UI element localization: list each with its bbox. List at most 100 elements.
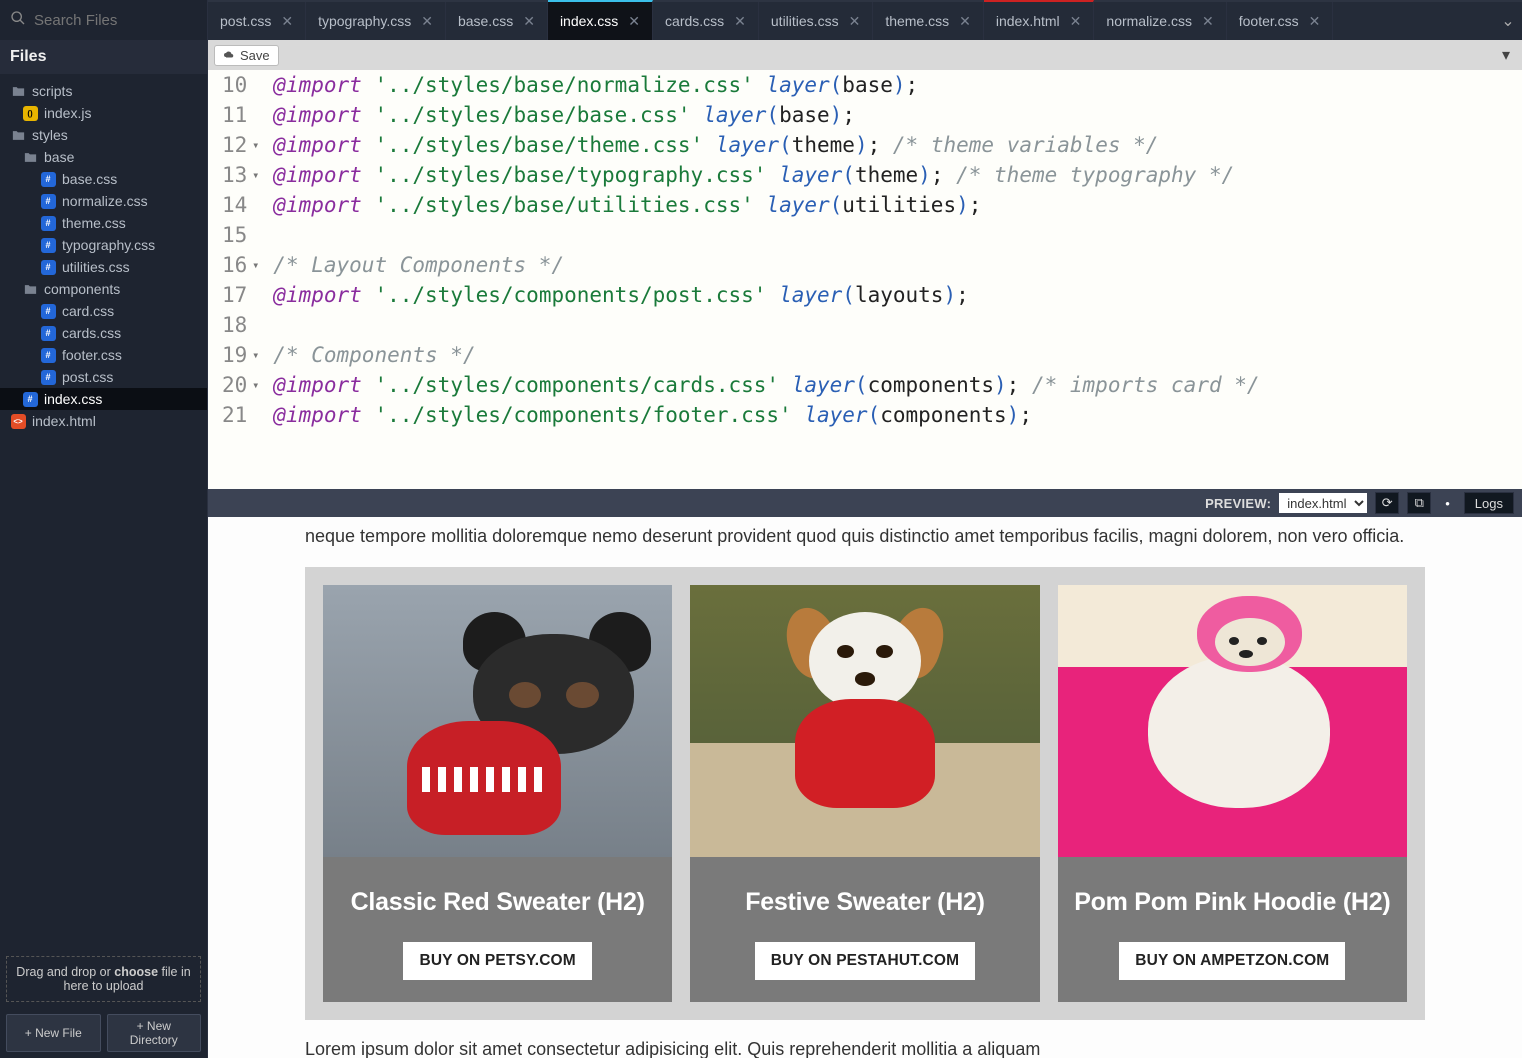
- tab-typography-css[interactable]: typography.css✕: [306, 2, 446, 40]
- tree-item-post-css[interactable]: # post.css: [0, 366, 207, 388]
- close-icon[interactable]: ✕: [628, 13, 640, 30]
- close-icon[interactable]: ✕: [281, 13, 293, 30]
- tree-item-index-html[interactable]: <>index.html: [0, 410, 207, 432]
- card-title: Pom Pom Pink Hoodie (H2): [1074, 883, 1390, 922]
- close-icon[interactable]: ✕: [1070, 13, 1082, 30]
- tree-item-cards-css[interactable]: #cards.css: [0, 322, 207, 344]
- tree-item-label: typography.css: [62, 237, 155, 253]
- tab-normalize-css[interactable]: normalize.css✕: [1094, 2, 1226, 40]
- tab-label: footer.css: [1239, 13, 1299, 29]
- buy-button[interactable]: BUY ON PESTAHUT.COM: [755, 942, 975, 980]
- close-icon[interactable]: ✕: [959, 13, 971, 30]
- code-editor[interactable]: 10 11 12▾13▾14 15 16▾17 18 19▾20▾21 @imp…: [208, 70, 1522, 489]
- tree-item-label: index.js: [44, 105, 91, 121]
- tree-item-components[interactable]: components: [0, 278, 207, 300]
- tree-item-scripts[interactable]: scripts: [0, 80, 207, 102]
- tab-label: cards.css: [665, 13, 724, 29]
- code-line[interactable]: @import '../styles/components/cards.css'…: [273, 370, 1259, 400]
- search-icon: [10, 10, 34, 31]
- preview-pane[interactable]: neque tempore mollitia doloremque nemo d…: [208, 517, 1522, 1058]
- tree-item-theme-css[interactable]: #theme.css: [0, 212, 207, 234]
- close-icon[interactable]: ✕: [1202, 13, 1214, 30]
- tab-theme-css[interactable]: theme.css ✕: [873, 2, 984, 40]
- tree-item-footer-css[interactable]: #footer.css: [0, 344, 207, 366]
- tab-cards-css[interactable]: cards.css ✕: [653, 2, 759, 40]
- tree-item-card-css[interactable]: #card.css: [0, 300, 207, 322]
- tab-post-css[interactable]: post.css✕: [208, 2, 306, 40]
- tree-item-label: base.css: [62, 171, 117, 187]
- save-button[interactable]: Save: [214, 45, 279, 66]
- tree-item-label: scripts: [32, 83, 72, 99]
- buy-button[interactable]: BUY ON AMPETZON.COM: [1119, 942, 1345, 980]
- tab-bar: post.css✕typography.css✕base.css✕index.c…: [208, 0, 1522, 40]
- tab-index-html[interactable]: index.html✕: [984, 0, 1095, 40]
- tab-label: theme.css: [885, 13, 949, 29]
- css-file-icon: #: [40, 259, 56, 275]
- tree-item-label: theme.css: [62, 215, 126, 231]
- folder-icon: [10, 127, 26, 143]
- tree-item-utilities-css[interactable]: # utilities.css: [0, 256, 207, 278]
- main-area: post.css✕typography.css✕base.css✕index.c…: [208, 0, 1522, 1058]
- files-panel-header: Files: [0, 40, 207, 74]
- preview-reload-button[interactable]: ⟳: [1375, 492, 1399, 514]
- tab-footer-css[interactable]: footer.css ✕: [1227, 2, 1334, 40]
- css-file-icon: #: [40, 171, 56, 187]
- tree-item-label: styles: [32, 127, 68, 143]
- card-image: [690, 585, 1039, 857]
- search-input[interactable]: [34, 12, 197, 29]
- close-icon[interactable]: ✕: [421, 13, 433, 30]
- tree-item-label: utilities.css: [62, 259, 130, 275]
- tab-base-css[interactable]: base.css✕: [446, 2, 548, 40]
- drop-zone[interactable]: Drag and drop or choose file in here to …: [6, 956, 201, 1002]
- line-gutter: 10 11 12▾13▾14 15 16▾17 18 19▾20▾21: [208, 70, 265, 430]
- code-line[interactable]: @import '../styles/base/utilities.css' l…: [273, 190, 1259, 220]
- close-icon[interactable]: ✕: [734, 13, 746, 30]
- code-content[interactable]: @import '../styles/base/normalize.css' l…: [265, 70, 1259, 430]
- close-icon[interactable]: ✕: [523, 13, 535, 30]
- tree-item-label: normalize.css: [62, 193, 148, 209]
- line-number: 19▾: [222, 340, 259, 370]
- code-line[interactable]: [273, 220, 1259, 250]
- line-number: 17: [222, 280, 259, 310]
- tree-item-typography-css[interactable]: # typography.css: [0, 234, 207, 256]
- code-line[interactable]: @import '../styles/components/post.css' …: [273, 280, 1259, 310]
- tab-utilities-css[interactable]: utilities.css ✕: [759, 2, 873, 40]
- tab-index-css[interactable]: index.css✕: [548, 0, 653, 40]
- preview-paragraph-bottom: Lorem ipsum dolor sit amet consectetur a…: [305, 1036, 1425, 1058]
- preview-paragraph-top: neque tempore mollitia doloremque nemo d…: [305, 523, 1425, 551]
- tab-label: utilities.css: [771, 13, 839, 29]
- tree-item-normalize-css[interactable]: #normalize.css: [0, 190, 207, 212]
- new-directory-button[interactable]: + New Directory: [107, 1014, 202, 1052]
- preview-popout-button[interactable]: ⧉: [1407, 492, 1431, 514]
- tree-item-label: post.css: [62, 369, 113, 385]
- code-line[interactable]: @import '../styles/components/footer.css…: [273, 400, 1259, 430]
- preview-logs-button[interactable]: Logs: [1464, 492, 1514, 514]
- tree-item-base-css[interactable]: # base.css: [0, 168, 207, 190]
- code-line[interactable]: @import '../styles/base/base.css' layer(…: [273, 100, 1259, 130]
- tree-item-index-js[interactable]: ()index.js: [0, 102, 207, 124]
- tree-item-base[interactable]: base: [0, 146, 207, 168]
- code-line[interactable]: @import '../styles/base/normalize.css' l…: [273, 70, 1259, 100]
- css-file-icon: #: [40, 237, 56, 253]
- code-line[interactable]: @import '../styles/base/typography.css' …: [273, 160, 1259, 190]
- code-line[interactable]: /* Components */: [273, 340, 1259, 370]
- preview-file-select[interactable]: index.html: [1279, 493, 1367, 513]
- tabs-overflow-button[interactable]: ⌄: [1494, 2, 1522, 40]
- card-image: [323, 585, 672, 857]
- code-line[interactable]: @import '../styles/base/theme.css' layer…: [273, 130, 1259, 160]
- tree-item-index-css[interactable]: #index.css: [0, 388, 207, 410]
- card-image: [1058, 585, 1407, 857]
- code-line[interactable]: /* Layout Components */: [273, 250, 1259, 280]
- code-line[interactable]: [273, 310, 1259, 340]
- folder-icon: [10, 83, 26, 99]
- buy-button[interactable]: BUY ON PETSY.COM: [403, 942, 591, 980]
- line-number: 10: [222, 70, 259, 100]
- close-icon[interactable]: ✕: [1309, 13, 1321, 30]
- line-number: 15: [222, 220, 259, 250]
- new-file-button[interactable]: + New File: [6, 1014, 101, 1052]
- toolbar-more-icon[interactable]: ▾: [1496, 45, 1516, 65]
- close-icon[interactable]: ✕: [849, 13, 861, 30]
- dropzone-choose-link[interactable]: choose: [114, 965, 158, 979]
- tree-item-styles[interactable]: styles: [0, 124, 207, 146]
- css-file-icon: #: [40, 369, 56, 385]
